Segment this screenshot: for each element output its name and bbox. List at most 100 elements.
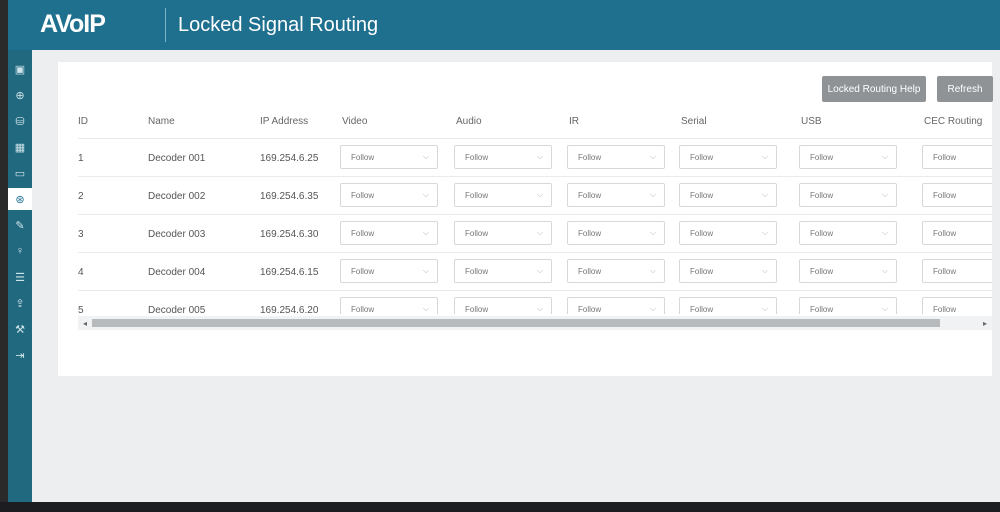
- scroll-left-arrow-icon[interactable]: ◂: [78, 316, 92, 330]
- ip-cell: 169.254.6.20: [260, 305, 319, 314]
- chevron-down-icon: ⌵: [649, 304, 656, 313]
- video-routing-select[interactable]: Follow ⌵: [340, 145, 438, 169]
- audio-routing-select[interactable]: Follow ⌵: [454, 297, 552, 314]
- ir-routing-select[interactable]: Follow ⌵: [567, 183, 665, 207]
- usb-routing-select[interactable]: Follow ⌵: [799, 221, 897, 245]
- chevron-down-icon: ⌵: [761, 266, 768, 275]
- sliders-icon[interactable]: ☰: [8, 266, 32, 288]
- video-routing-select[interactable]: Follow ⌵: [340, 183, 438, 207]
- database-icon[interactable]: ⛁: [8, 110, 32, 132]
- select-value: Follow: [351, 305, 375, 314]
- cec-routing-select[interactable]: Follow⌵: [922, 145, 992, 169]
- chevron-down-icon: ⌵: [422, 228, 429, 237]
- select-value: Follow: [810, 229, 834, 238]
- locked-routing-help-button[interactable]: Locked Routing Help: [822, 76, 926, 102]
- column-header: ID: [78, 116, 88, 127]
- column-header: IP Address: [260, 116, 309, 127]
- select-value: Follow: [690, 305, 714, 314]
- column-header: Video: [342, 116, 368, 127]
- usb-routing-select[interactable]: Follow ⌵: [799, 145, 897, 169]
- select-value: Follow: [465, 191, 489, 200]
- chevron-down-icon: ⌵: [649, 266, 656, 275]
- display-icon[interactable]: ▣: [8, 58, 32, 80]
- chevron-down-icon: ⌵: [761, 304, 768, 313]
- select-value: Follow: [933, 191, 957, 200]
- cec-routing-select[interactable]: Follow⌵: [922, 297, 992, 314]
- select-value: Follow: [578, 267, 602, 276]
- video-routing-select[interactable]: Follow ⌵: [340, 259, 438, 283]
- cec-routing-select[interactable]: Follow⌵: [922, 259, 992, 283]
- video-routing-select[interactable]: Follow ⌵: [340, 221, 438, 245]
- wrench-icon[interactable]: ⚒: [8, 318, 32, 340]
- usb-routing-select[interactable]: Follow ⌵: [799, 297, 897, 314]
- select-value: Follow: [933, 267, 957, 276]
- chevron-down-icon: ⌵: [881, 190, 888, 199]
- ir-routing-select[interactable]: Follow ⌵: [567, 145, 665, 169]
- ir-routing-select[interactable]: Follow ⌵: [567, 221, 665, 245]
- select-value: Follow: [578, 191, 602, 200]
- chevron-down-icon: ⌵: [422, 152, 429, 161]
- audio-routing-select[interactable]: Follow ⌵: [454, 183, 552, 207]
- cec-routing-select[interactable]: Follow⌵: [922, 221, 992, 245]
- plus-circle-icon[interactable]: ⊕: [8, 84, 32, 106]
- select-value: Follow: [465, 229, 489, 238]
- serial-routing-select[interactable]: Follow ⌵: [679, 145, 777, 169]
- chevron-down-icon: ⌵: [649, 190, 656, 199]
- select-value: Follow: [351, 191, 375, 200]
- name-cell: Decoder 003: [148, 229, 206, 240]
- table-row: 3 Decoder 003 169.254.6.30 Follow ⌵ Follow ⌵ Fo…: [78, 214, 992, 253]
- horizontal-scrollbar[interactable]: ◂ ▸: [78, 316, 992, 330]
- ir-routing-select[interactable]: Follow ⌵: [567, 297, 665, 314]
- app-window: AVoIP Locked Signal Routing ▣ ⊕ ⛁ ▦ ▭ ⊛ ✎ ♀ ☰ ⇪ ⚒ ⇥…: [8, 0, 1000, 502]
- pen-icon[interactable]: ✎: [8, 214, 32, 236]
- audio-routing-select[interactable]: Follow ⌵: [454, 259, 552, 283]
- select-value: Follow: [933, 229, 957, 238]
- id-cell: 2: [78, 191, 84, 202]
- table-row: 1 Decoder 001 169.254.6.25 Follow ⌵ Follow ⌵ Fo…: [78, 138, 992, 177]
- select-value: Follow: [578, 153, 602, 162]
- serial-routing-select[interactable]: Follow ⌵: [679, 259, 777, 283]
- name-cell: Decoder 004: [148, 267, 206, 278]
- audio-routing-select[interactable]: Follow ⌵: [454, 145, 552, 169]
- column-header: IR: [569, 116, 579, 127]
- column-header: Name: [148, 116, 175, 127]
- refresh-button[interactable]: Refresh: [937, 76, 993, 102]
- scrollbar-thumb[interactable]: [92, 319, 940, 327]
- scroll-right-arrow-icon[interactable]: ▸: [978, 316, 992, 330]
- video-routing-select[interactable]: Follow ⌵: [340, 297, 438, 314]
- chevron-down-icon: ⌵: [761, 152, 768, 161]
- select-value: Follow: [351, 267, 375, 276]
- chevron-down-icon: ⌵: [881, 266, 888, 275]
- chevron-down-icon: ⌵: [649, 152, 656, 161]
- user-icon[interactable]: ♀: [8, 240, 32, 262]
- os-taskbar: [0, 502, 1000, 512]
- cec-routing-select[interactable]: Follow⌵: [922, 183, 992, 207]
- ir-routing-select[interactable]: Follow ⌵: [567, 259, 665, 283]
- select-value: Follow: [351, 229, 375, 238]
- page-title: Locked Signal Routing: [178, 14, 379, 36]
- chevron-down-icon: ⌵: [881, 304, 888, 313]
- ip-cell: 169.254.6.15: [260, 267, 319, 278]
- select-value: Follow: [933, 153, 957, 162]
- routing-table: ID Name IP Address Video Audio IR Serial USB CEC…: [78, 102, 992, 314]
- serial-routing-select[interactable]: Follow ⌵: [679, 297, 777, 314]
- upload-icon[interactable]: ⇪: [8, 292, 32, 314]
- chevron-down-icon: ⌵: [881, 152, 888, 161]
- usb-routing-select[interactable]: Follow ⌵: [799, 183, 897, 207]
- table-row: 4 Decoder 004 169.254.6.15 Follow ⌵ Follow ⌵ Fo…: [78, 252, 992, 291]
- monitor-icon[interactable]: ▦: [8, 136, 32, 158]
- select-value: Follow: [690, 153, 714, 162]
- routing-panel: Locked Routing Help Refresh ID Name IP Add…: [58, 62, 993, 376]
- logout-icon[interactable]: ⇥: [8, 344, 32, 366]
- select-value: Follow: [933, 305, 957, 314]
- select-value: Follow: [351, 153, 375, 162]
- serial-routing-select[interactable]: Follow ⌵: [679, 183, 777, 207]
- usb-routing-select[interactable]: Follow ⌵: [799, 259, 897, 283]
- screen-icon[interactable]: ▭: [8, 162, 32, 184]
- ip-cell: 169.254.6.30: [260, 229, 319, 240]
- chevron-down-icon: ⌵: [761, 190, 768, 199]
- routing-icon[interactable]: ⊛: [8, 188, 32, 210]
- audio-routing-select[interactable]: Follow ⌵: [454, 221, 552, 245]
- serial-routing-select[interactable]: Follow ⌵: [679, 221, 777, 245]
- select-value: Follow: [465, 305, 489, 314]
